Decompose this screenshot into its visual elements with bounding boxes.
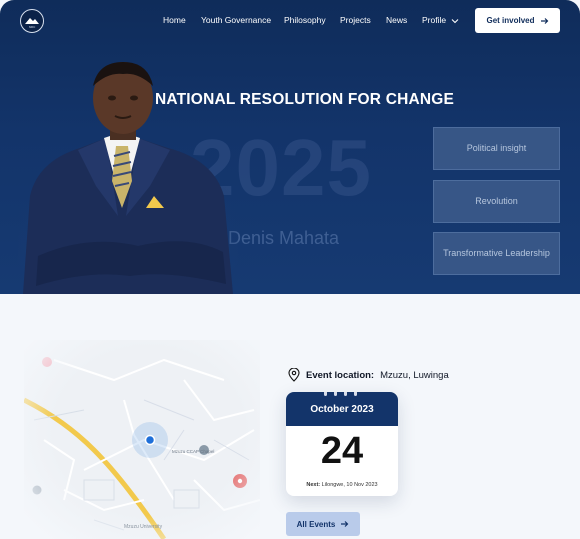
nav-youth-governance[interactable]: Youth Governance bbox=[201, 15, 271, 25]
site-logo[interactable]: NRC bbox=[20, 9, 44, 33]
top-nav: NRC Home Youth Governance Philosophy Pro… bbox=[0, 0, 580, 42]
get-involved-label: Get involved bbox=[486, 16, 535, 25]
location-marker-icon[interactable] bbox=[144, 434, 156, 446]
nav-philosophy[interactable]: Philosophy bbox=[284, 15, 326, 25]
all-events-button[interactable]: All Events bbox=[286, 512, 360, 536]
poi-top-icon[interactable] bbox=[42, 357, 52, 367]
nav-projects[interactable]: Projects bbox=[340, 15, 371, 25]
calendar-ring bbox=[324, 392, 327, 396]
event-location-label: Event location: bbox=[306, 369, 375, 381]
logo-mountain-icon: NRC bbox=[25, 18, 39, 29]
nav-home[interactable]: Home bbox=[163, 15, 186, 25]
tag-political-insight[interactable]: Political insight bbox=[433, 127, 560, 170]
calendar-ring bbox=[334, 392, 337, 396]
hero-section: NRC Home Youth Governance Philosophy Pro… bbox=[0, 0, 580, 294]
next-event-line: Next: Lilongwe, 10 Nov 2023 bbox=[286, 482, 398, 488]
tag-transformative-leadership[interactable]: Transformative Leadership bbox=[433, 232, 560, 275]
tag-revolution[interactable]: Revolution bbox=[433, 180, 560, 223]
nav-profile-label: Profile bbox=[422, 15, 447, 25]
next-event-value: Lilongwe, 10 Nov 2023 bbox=[321, 482, 378, 488]
page: NRC Home Youth Governance Philosophy Pro… bbox=[0, 0, 580, 539]
arrow-right-icon bbox=[341, 521, 349, 527]
get-involved-button[interactable]: Get involved bbox=[475, 8, 560, 33]
event-location-value: Mzuzu, Luwinga bbox=[380, 369, 449, 381]
chevron-down-icon bbox=[452, 18, 459, 24]
event-location-row: Event location: Mzuzu, Luwinga bbox=[288, 368, 449, 382]
calendar-ring bbox=[354, 392, 357, 396]
location-pin-icon bbox=[288, 368, 300, 382]
hero-name: Denis Mahata bbox=[228, 228, 340, 248]
logo-text: NRC bbox=[29, 25, 36, 29]
event-calendar-card[interactable]: October 2023 24 Next: Lilongwe, 10 Nov 2… bbox=[286, 392, 398, 496]
calendar-day: 24 bbox=[320, 430, 364, 472]
calendar-month: October 2023 bbox=[286, 392, 398, 426]
nav-profile[interactable]: Profile bbox=[422, 15, 459, 25]
all-events-label: All Events bbox=[296, 519, 336, 529]
arrow-right-icon bbox=[540, 17, 548, 24]
map-label-chapel: Mzuzu CCAP Chapel bbox=[172, 449, 214, 454]
next-event-label: Next: bbox=[306, 482, 321, 488]
event-map[interactable]: Mzuzu CCAP Chapel Mzuzu University bbox=[24, 340, 260, 539]
poi-left-icon[interactable] bbox=[32, 485, 42, 495]
calendar-ring bbox=[344, 392, 347, 396]
hero-title: NATIONAL RESOLUTION FOR CHANGE bbox=[155, 91, 455, 108]
nav-news[interactable]: News bbox=[386, 15, 407, 25]
map-label-university: Mzuzu University bbox=[124, 524, 163, 530]
